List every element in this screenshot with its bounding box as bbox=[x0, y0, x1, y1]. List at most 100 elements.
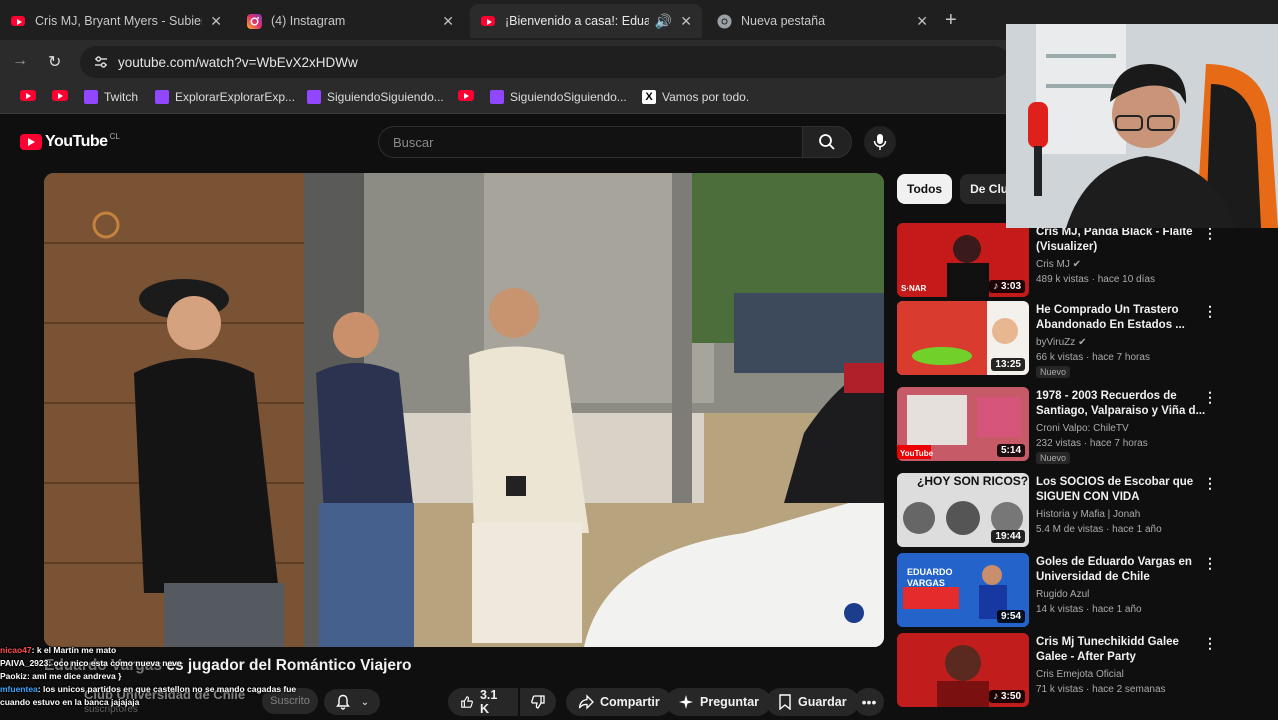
chat-text: : los unicos partidos en que castellon n… bbox=[37, 684, 297, 694]
bookmark-youtube-2[interactable] bbox=[52, 90, 68, 101]
more-vertical-icon[interactable]: ⋮ bbox=[1203, 475, 1217, 492]
chip-todos[interactable]: Todos bbox=[897, 174, 953, 204]
video-player[interactable] bbox=[44, 173, 884, 647]
address-bar[interactable]: youtube.com/watch?v=WbEvX2xHDWw bbox=[80, 46, 1010, 78]
youtube-icon bbox=[52, 90, 68, 101]
sparkle-icon bbox=[679, 695, 693, 709]
share-label: Compartir bbox=[600, 695, 660, 709]
chat-user: PAIVA_2923 bbox=[0, 658, 49, 668]
bookmark-x[interactable]: X Vamos por todo. bbox=[642, 90, 749, 104]
tab-title: (4) Instagram bbox=[271, 14, 346, 28]
recommendation-item[interactable]: ♪ 3:50 Cris Mj Tunechikidd Galee Galee -… bbox=[897, 633, 1227, 711]
recommendation-channel[interactable]: Rugido Azul bbox=[1036, 589, 1089, 600]
search-button[interactable] bbox=[802, 126, 852, 158]
chat-text: : k el Martín me mato bbox=[31, 645, 117, 655]
recommendation-title[interactable]: Goles de Eduardo Vargas en Universidad d… bbox=[1036, 555, 1206, 585]
recommendation-channel[interactable]: byViruZz ✔ bbox=[1036, 337, 1086, 348]
recommendation-title[interactable]: 1978 - 2003 Recuerdos de Santiago, Valpa… bbox=[1036, 389, 1206, 419]
chat-message: cuando estuvo en la banca jajajaja bbox=[0, 696, 330, 709]
recommendation-title[interactable]: Cris MJ, Panda Black - Flaite (Visualize… bbox=[1036, 225, 1206, 255]
like-button[interactable]: 3.1 K bbox=[448, 688, 518, 716]
recommendation-item[interactable]: 13:25 He Comprado Un Trastero Abandonado… bbox=[897, 301, 1227, 379]
chrome-icon bbox=[716, 13, 732, 29]
ask-button[interactable]: Preguntar bbox=[666, 688, 772, 716]
duration-badge: 13:25 bbox=[991, 358, 1025, 371]
youtube-icon bbox=[20, 90, 36, 101]
dislike-button[interactable] bbox=[520, 688, 556, 716]
speaker-icon[interactable]: 🔊 bbox=[655, 13, 672, 30]
recommendation-channel[interactable]: Cris MJ ✔ bbox=[1036, 259, 1081, 270]
recommendation-title[interactable]: Los SOCIOS de Escobar que SIGUEN CON VID… bbox=[1036, 475, 1206, 505]
share-icon bbox=[578, 694, 594, 710]
tab-title: Cris MJ, Bryant Myers - Subiero bbox=[35, 14, 203, 28]
voice-search-button[interactable] bbox=[864, 126, 896, 158]
tab-1[interactable]: Cris MJ, Bryant Myers - Subiero ✕ bbox=[0, 4, 232, 38]
twitch-icon bbox=[307, 90, 321, 104]
recommendation-title[interactable]: He Comprado Un Trastero Abandonado En Es… bbox=[1036, 303, 1206, 333]
instagram-icon bbox=[246, 13, 262, 29]
recommendation-item[interactable]: EDUARDO VARGAS 9:54 Goles de Eduardo Var… bbox=[897, 553, 1227, 631]
like-count: 3.1 K bbox=[479, 688, 498, 716]
bell-icon bbox=[335, 694, 350, 710]
tab-title: ¡Bienvenido a casa!: Eduardo bbox=[505, 14, 649, 28]
bookmark-explorar[interactable]: ExplorarExplorarExp... bbox=[155, 90, 295, 104]
more-vertical-icon[interactable]: ⋮ bbox=[1203, 555, 1217, 572]
search-input[interactable] bbox=[393, 134, 802, 150]
tab-4[interactable]: Nueva pestaña ✕ bbox=[706, 4, 938, 38]
stream-chat: nicao47: k el Martín me mato PAIVA_2923:… bbox=[0, 644, 330, 709]
chevron-down-icon: ⌄ bbox=[360, 696, 370, 708]
save-label: Guardar bbox=[798, 695, 847, 709]
video-thumbnail[interactable]: EDUARDO VARGAS 9:54 bbox=[897, 553, 1029, 627]
chat-text: cuando estuvo en la banca jajajaja bbox=[0, 697, 140, 707]
share-button[interactable]: Compartir bbox=[566, 688, 672, 716]
chat-message: nicao47: k el Martín me mato bbox=[0, 644, 330, 657]
recommendation-item[interactable]: ¿HOY SON RICOS? 19:44 Los SOCIOS de Esco… bbox=[897, 473, 1227, 551]
bookmark-youtube-1[interactable] bbox=[20, 90, 36, 101]
tab-title: Nueva pestaña bbox=[741, 14, 826, 28]
more-vertical-icon[interactable]: ⋮ bbox=[1203, 635, 1217, 652]
save-button[interactable]: Guardar bbox=[766, 688, 859, 716]
country-code: CL bbox=[109, 131, 120, 141]
logo-text: YouTube bbox=[45, 133, 108, 150]
new-tab-button[interactable]: + bbox=[945, 9, 957, 32]
recommendation-channel[interactable]: Cris Emejota Oficial bbox=[1036, 669, 1124, 680]
bookmark-siguiendo-1[interactable]: SiguiendoSiguiendo... bbox=[307, 90, 444, 104]
recommendation-channel[interactable]: Croni Valpo: ChileTV bbox=[1036, 423, 1129, 434]
bookmark-twitch[interactable]: Twitch bbox=[84, 90, 138, 104]
video-thumbnail[interactable]: 13:25 bbox=[897, 301, 1029, 375]
video-thumbnail[interactable]: ♪ 3:50 bbox=[897, 633, 1029, 707]
bookmark-siguiendo-2[interactable]: SiguiendoSiguiendo... bbox=[490, 90, 627, 104]
forward-icon[interactable]: → bbox=[12, 52, 28, 70]
more-vertical-icon[interactable]: ⋮ bbox=[1203, 303, 1217, 320]
recommendation-meta: 5.4 M de vistas · hace 1 año bbox=[1036, 524, 1162, 535]
duration-badge: 9:54 bbox=[996, 610, 1025, 623]
tab-2[interactable]: (4) Instagram ✕ bbox=[236, 4, 464, 38]
twitch-icon bbox=[84, 90, 98, 104]
notifications-button[interactable]: ⌄ bbox=[324, 689, 380, 715]
video-thumbnail[interactable]: S·NAR ♪ 3:03 bbox=[897, 223, 1029, 297]
recommendation-meta: 232 vistas · hace 7 horas bbox=[1036, 438, 1148, 449]
bookmark-youtube-3[interactable] bbox=[458, 90, 474, 101]
close-icon[interactable]: ✕ bbox=[916, 13, 928, 30]
recommendation-title[interactable]: Cris Mj Tunechikidd Galee Galee - After … bbox=[1036, 635, 1206, 665]
video-thumbnail[interactable]: ¿HOY SON RICOS? 19:44 bbox=[897, 473, 1029, 547]
bookmark-label: SiguiendoSiguiendo... bbox=[327, 90, 444, 104]
chat-user: mfuentea bbox=[0, 684, 38, 694]
microphone-icon bbox=[873, 134, 887, 150]
more-actions-button[interactable]: ••• bbox=[854, 688, 884, 716]
recommendation-item[interactable]: S·NAR ♪ 3:03 Cris MJ, Panda Black - Flai… bbox=[897, 223, 1227, 301]
video-thumbnail[interactable]: YouTube 5:14 bbox=[897, 387, 1029, 461]
tab-3[interactable]: ¡Bienvenido a casa!: Eduardo 🔊 ✕ bbox=[470, 4, 702, 38]
reload-icon[interactable]: ↻ bbox=[48, 52, 61, 72]
close-icon[interactable]: ✕ bbox=[442, 13, 454, 30]
recommendation-item[interactable]: YouTube 5:14 1978 - 2003 Recuerdos de Sa… bbox=[897, 387, 1227, 465]
site-settings-icon[interactable] bbox=[94, 55, 108, 69]
close-icon[interactable]: ✕ bbox=[210, 13, 222, 30]
thumbnail-overlay-text: EDUARDO VARGAS bbox=[907, 567, 953, 588]
verified-icon: ✔ bbox=[1078, 337, 1087, 348]
close-icon[interactable]: ✕ bbox=[680, 13, 692, 30]
recommendation-meta: 489 k vistas · hace 10 días bbox=[1036, 274, 1155, 285]
recommendation-channel[interactable]: Historia y Mafia | Jonah bbox=[1036, 509, 1140, 520]
more-vertical-icon[interactable]: ⋮ bbox=[1203, 389, 1217, 406]
youtube-logo[interactable]: YouTube CL bbox=[20, 131, 120, 151]
